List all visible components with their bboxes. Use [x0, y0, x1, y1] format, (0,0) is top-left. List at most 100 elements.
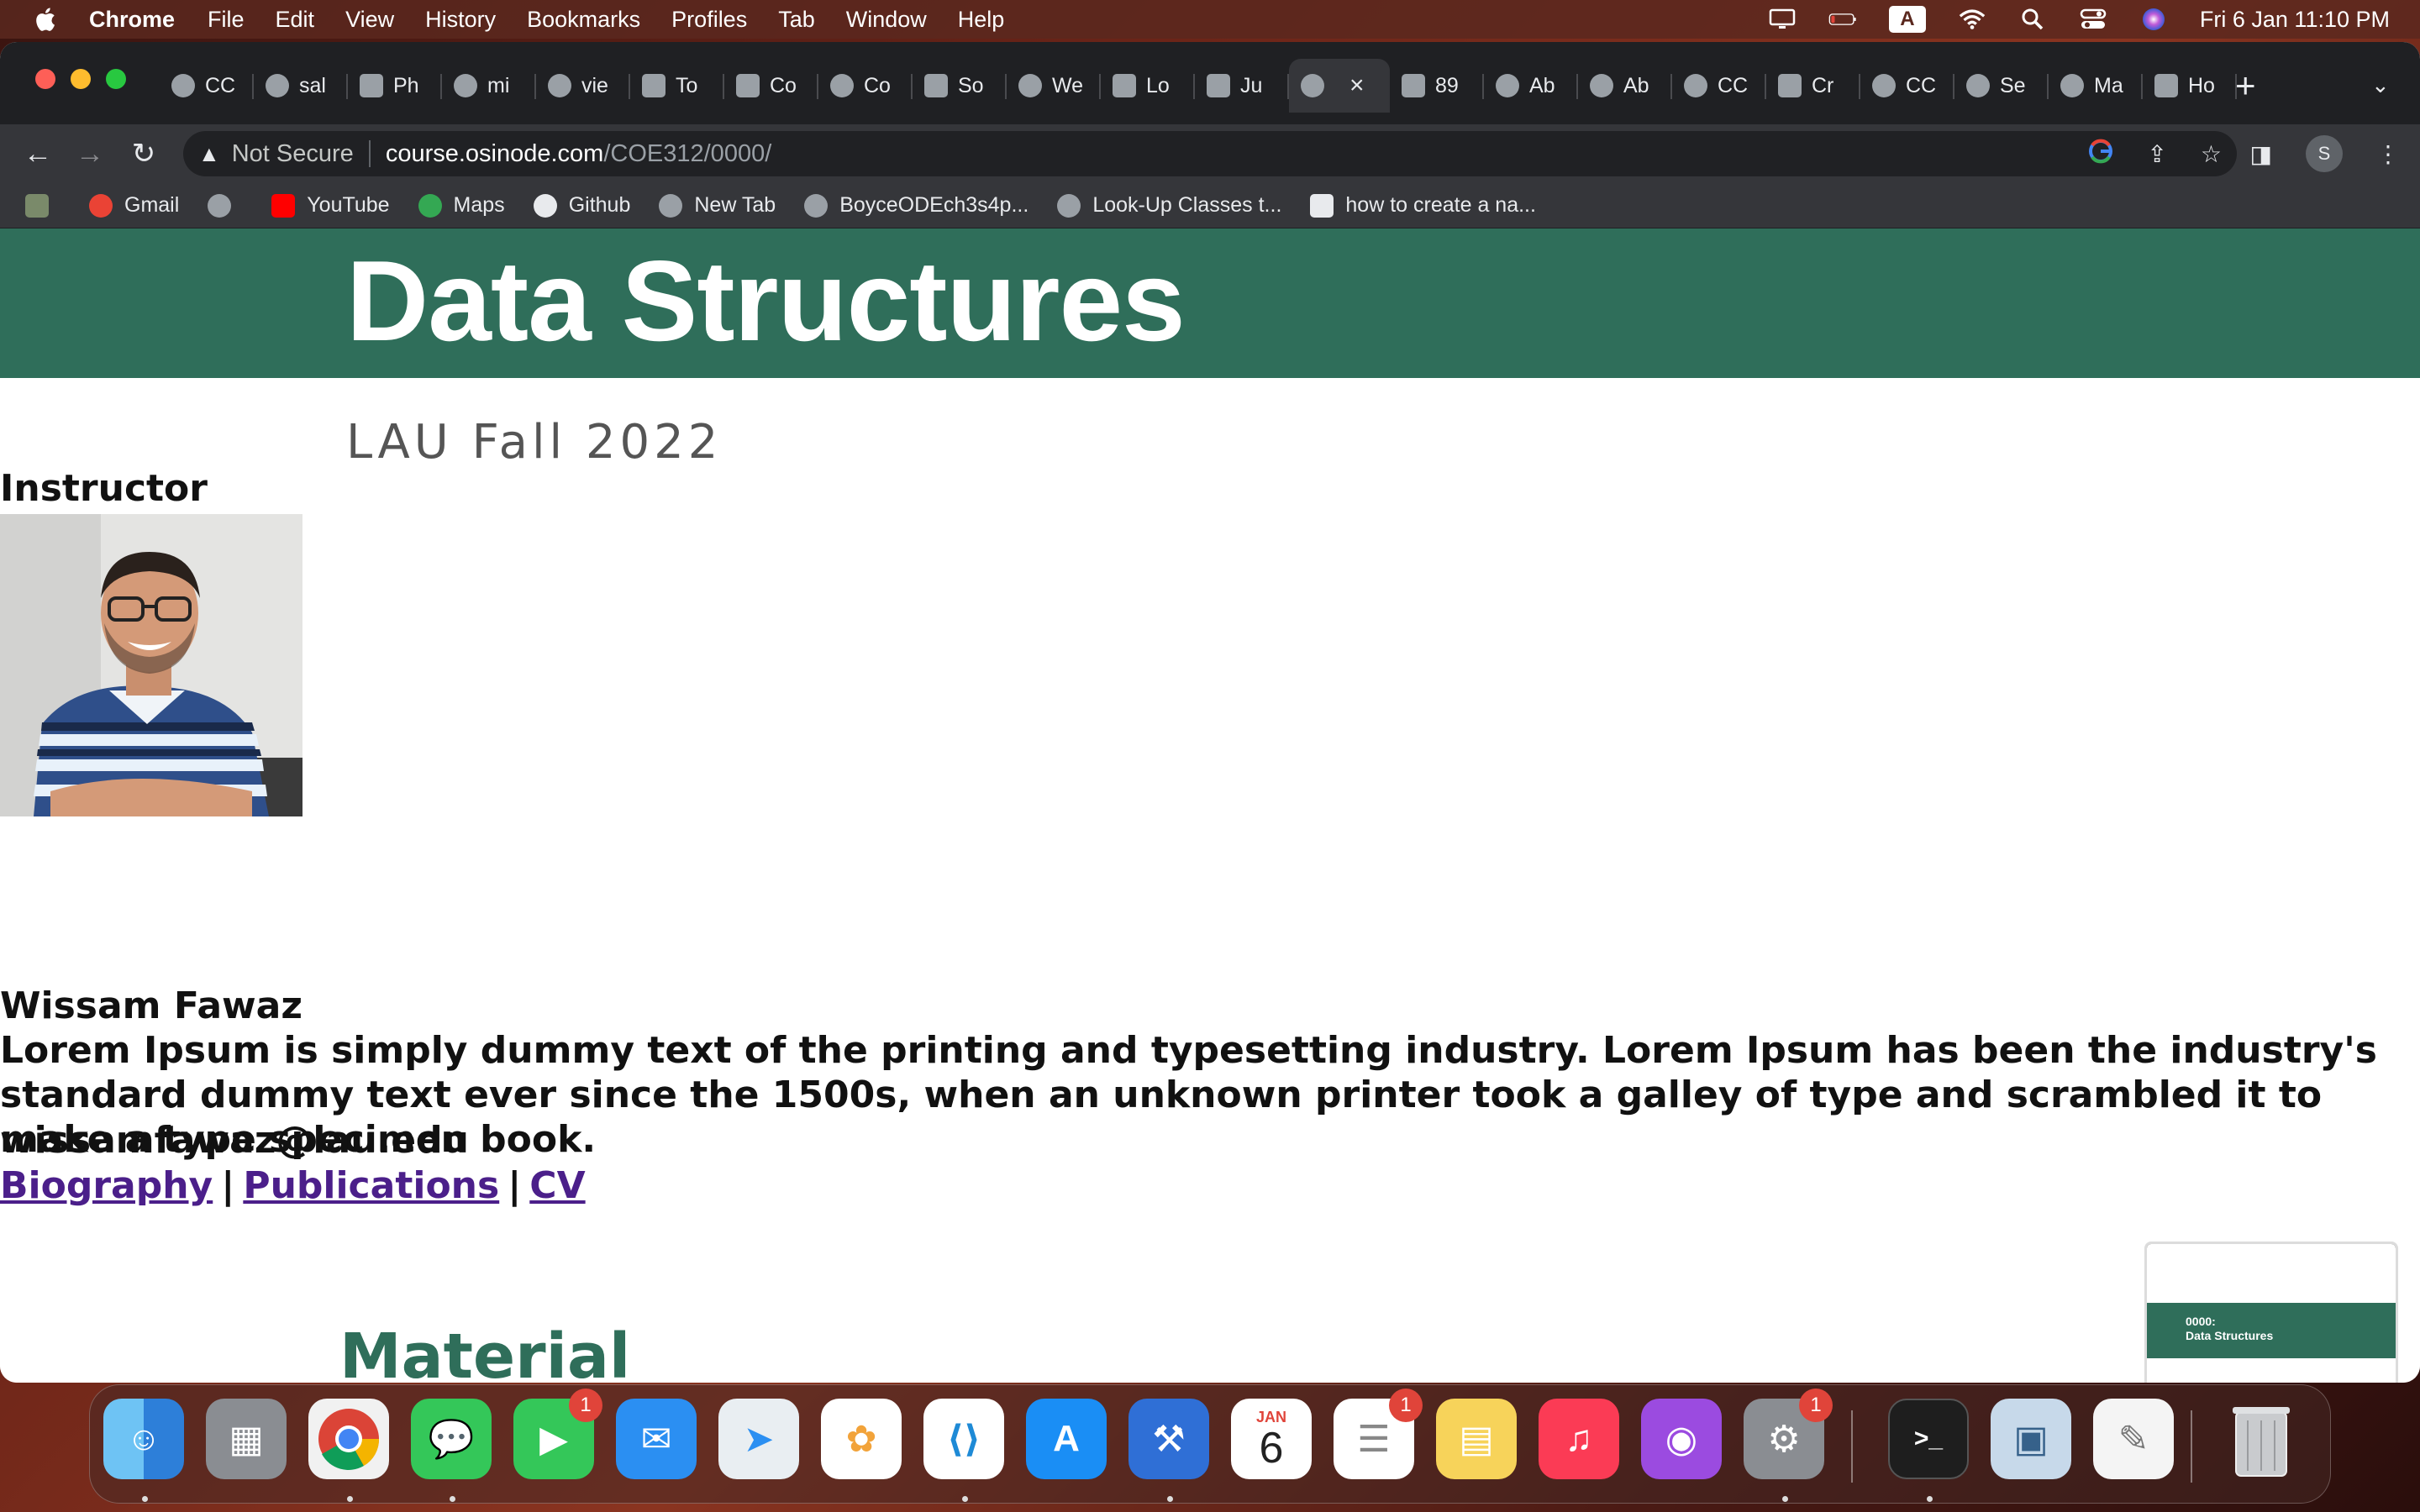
notes-icon[interactable]: ▤ [1436, 1399, 1517, 1479]
browser-tab[interactable]: Cr [1766, 59, 1860, 113]
launchpad-icon[interactable]: ▦ [206, 1399, 287, 1479]
menu-bookmarks[interactable]: Bookmarks [527, 7, 640, 33]
browser-tab[interactable]: We [1007, 59, 1101, 113]
tab-active[interactable]: × [1289, 59, 1390, 113]
forward-arrow-icon[interactable]: → [72, 136, 108, 171]
wifi-icon[interactable] [1958, 8, 1986, 31]
display-icon[interactable] [1768, 8, 1797, 31]
preview-icon[interactable]: ▣ [1991, 1399, 2071, 1479]
bookmark-item[interactable]: Maps [418, 193, 505, 218]
music-icon[interactable]: ♫ [1539, 1399, 1619, 1479]
more-menu-icon[interactable]: ⋮ [2376, 140, 2400, 168]
maps-icon[interactable]: ➤ [718, 1399, 799, 1479]
bookmark-item[interactable] [208, 193, 243, 218]
bookmark-star-icon[interactable]: ☆ [2201, 140, 2222, 168]
bookmarks-bar: Gmail YouTube Maps Github New Tab BoyceODEch3… [0, 183, 2420, 228]
menu-app-name[interactable]: Chrome [89, 7, 175, 33]
screenshot-thumbnail[interactable]: 0000: Data Structures [2144, 1242, 2398, 1383]
warning-triangle-icon[interactable]: ▲ [198, 141, 220, 167]
biography-link[interactable]: Biography [0, 1164, 213, 1207]
messages-icon[interactable]: 💬 [411, 1399, 492, 1479]
profile-avatar[interactable]: S [2306, 135, 2343, 172]
url-path[interactable]: /COE312/0000/ [603, 140, 771, 168]
menu-tab[interactable]: Tab [778, 7, 815, 33]
bookmark-item[interactable] [25, 193, 60, 218]
bookmark-item[interactable]: Gmail [89, 193, 179, 218]
bookmark-item[interactable]: BoyceODEch3s4p... [804, 193, 1028, 218]
browser-tab[interactable]: Ma [2049, 59, 2143, 113]
browser-tab[interactable]: CC [160, 59, 254, 113]
vscode-icon[interactable]: ⟨⟩ [923, 1399, 1004, 1479]
browser-tab[interactable]: Co [818, 59, 913, 113]
menu-help[interactable]: Help [958, 7, 1005, 33]
trash-icon[interactable] [2221, 1399, 2302, 1479]
spotlight-search-icon[interactable] [2018, 8, 2047, 31]
menu-view[interactable]: View [345, 7, 394, 33]
browser-tab[interactable]: Ph [348, 59, 442, 113]
bookmark-item[interactable]: YouTube [271, 193, 390, 218]
new-tab-button[interactable]: + [2235, 66, 2256, 106]
battery-icon[interactable] [1828, 8, 1857, 31]
tab-search-chevron-icon[interactable]: ⌄ [2371, 72, 2390, 98]
security-status[interactable]: Not Secure [232, 140, 354, 168]
reminders-icon[interactable]: ☰ 1 [1334, 1389, 1423, 1479]
address-bar[interactable]: ▲ Not Secure course.osinode.com/COE312/0… [183, 131, 2237, 176]
browser-tab[interactable]: vie [536, 59, 630, 113]
browser-tab[interactable]: mi [442, 59, 536, 113]
menu-file[interactable]: File [208, 7, 245, 33]
photos-icon[interactable]: ✿ [821, 1399, 902, 1479]
input-source-icon[interactable]: A [1888, 6, 1926, 33]
bookmark-item[interactable]: Look-Up Classes t... [1057, 193, 1281, 218]
bookmark-item[interactable]: New Tab [659, 193, 776, 218]
chrome-icon[interactable] [308, 1399, 389, 1479]
link-separator: | [221, 1164, 235, 1207]
browser-tab[interactable]: Co [724, 59, 818, 113]
menu-window[interactable]: Window [846, 7, 927, 33]
browser-tab[interactable]: To [630, 59, 724, 113]
podcasts-icon[interactable]: ◉ [1641, 1399, 1722, 1479]
share-icon[interactable]: ⇪ [2147, 140, 2166, 168]
publications-link[interactable]: Publications [243, 1164, 499, 1207]
browser-tab[interactable]: 89 [1390, 59, 1484, 113]
browser-tab[interactable]: Se [1954, 59, 2049, 113]
menubar-clock[interactable]: Fri 6 Jan 11:10 PM [2200, 7, 2390, 33]
cv-link[interactable]: CV [529, 1164, 585, 1207]
xcode-icon[interactable]: ⚒ [1128, 1399, 1209, 1479]
bookmark-item[interactable]: Github [533, 193, 630, 218]
browser-tab[interactable]: Lo [1101, 59, 1195, 113]
side-panel-icon[interactable]: ◨ [2250, 140, 2272, 168]
app-store-icon[interactable]: A [1026, 1399, 1107, 1479]
browser-tab[interactable]: sal [254, 59, 348, 113]
facetime-icon[interactable]: ▶ 1 [513, 1389, 602, 1479]
terminal-icon[interactable]: >_ [1888, 1399, 1969, 1479]
browser-tab[interactable]: CC [1672, 59, 1766, 113]
siri-icon[interactable] [2139, 8, 2168, 31]
browser-tab[interactable]: Ab [1484, 59, 1578, 113]
close-tab-icon[interactable]: × [1349, 71, 1365, 100]
finder-icon[interactable]: ☺ [103, 1399, 184, 1479]
textedit-icon[interactable]: ✎ [2093, 1399, 2174, 1479]
apple-logo-icon[interactable] [32, 6, 57, 33]
menu-profiles[interactable]: Profiles [671, 7, 747, 33]
mail-icon[interactable]: ✉ [616, 1399, 697, 1479]
calendar-icon[interactable]: JAN 6 [1231, 1399, 1312, 1479]
reload-icon[interactable]: ↻ [126, 136, 161, 171]
browser-tab[interactable]: Ju [1195, 59, 1289, 113]
back-arrow-icon[interactable]: ← [20, 136, 55, 171]
menu-edit[interactable]: Edit [276, 7, 315, 33]
url-host[interactable]: course.osinode.com [386, 140, 604, 168]
browser-tab[interactable]: Ab [1578, 59, 1672, 113]
tab-title: sal [299, 73, 326, 97]
minimize-window-button[interactable] [71, 69, 91, 89]
system-settings-gear-icon[interactable]: ⚙ 1 [1744, 1389, 1833, 1479]
google-lens-icon[interactable] [2088, 139, 2113, 170]
browser-tab[interactable]: CC [1860, 59, 1954, 113]
close-window-button[interactable] [35, 69, 55, 89]
menu-history[interactable]: History [425, 7, 496, 33]
browser-tab[interactable]: So [913, 59, 1007, 113]
running-indicator [962, 1496, 968, 1502]
bookmark-item[interactable]: how to create a na... [1310, 193, 1536, 218]
control-center-icon[interactable] [2079, 8, 2107, 31]
fullscreen-window-button[interactable] [106, 69, 126, 89]
browser-tab[interactable]: Ho [2143, 59, 2237, 113]
